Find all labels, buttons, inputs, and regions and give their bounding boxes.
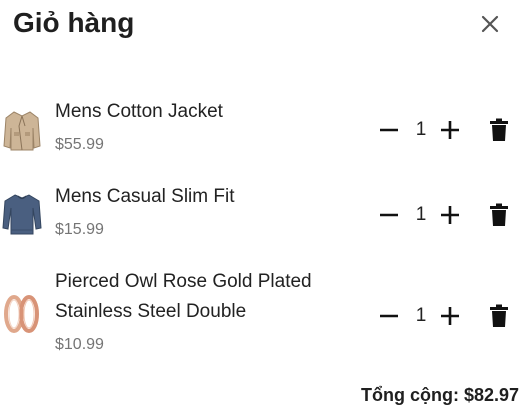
trash-icon xyxy=(490,304,508,327)
minus-icon xyxy=(380,213,398,217)
close-icon xyxy=(481,15,499,33)
decrease-button[interactable] xyxy=(378,118,400,142)
jacket-icon xyxy=(3,111,41,151)
item-price: $15.99 xyxy=(55,221,104,238)
item-price: $55.99 xyxy=(55,136,104,153)
cart-title: Giỏ hàng xyxy=(13,7,135,38)
close-button[interactable] xyxy=(478,12,502,36)
decrease-button[interactable] xyxy=(378,203,400,227)
trash-icon xyxy=(490,203,508,226)
item-name: Mens Cotton Jacket xyxy=(55,101,223,122)
increase-button[interactable] xyxy=(439,304,461,328)
quantity-stepper: 1 xyxy=(378,203,462,227)
cart-total: Tổng cộng: $82.97 xyxy=(360,385,519,405)
quantity-value: 1 xyxy=(415,119,427,140)
plus-icon xyxy=(441,307,459,325)
quantity-stepper: 1 xyxy=(378,118,462,142)
item-price: $10.99 xyxy=(55,336,104,353)
decrease-button[interactable] xyxy=(378,304,400,328)
shirt-icon xyxy=(2,194,42,235)
trash-icon xyxy=(490,118,508,141)
minus-icon xyxy=(380,128,398,132)
product-image xyxy=(2,292,42,336)
product-image xyxy=(2,108,42,152)
remove-item-button[interactable] xyxy=(489,118,509,142)
remove-item-button[interactable] xyxy=(489,304,509,328)
quantity-stepper: 1 xyxy=(378,304,462,328)
quantity-value: 1 xyxy=(415,204,427,225)
item-name: Mens Casual Slim Fit xyxy=(55,186,235,207)
plus-icon xyxy=(441,206,459,224)
minus-icon xyxy=(380,314,398,318)
item-name: Pierced Owl Rose Gold Plated Stainless S… xyxy=(55,271,312,322)
increase-button[interactable] xyxy=(439,203,461,227)
remove-item-button[interactable] xyxy=(489,203,509,227)
quantity-value: 1 xyxy=(415,305,427,326)
cart-drawer: Giỏ hàng Mens Cotton Jacket $55.99 1 Men… xyxy=(0,0,526,415)
product-image xyxy=(2,192,42,236)
rings-icon xyxy=(4,295,39,333)
increase-button[interactable] xyxy=(439,118,461,142)
plus-icon xyxy=(441,121,459,139)
